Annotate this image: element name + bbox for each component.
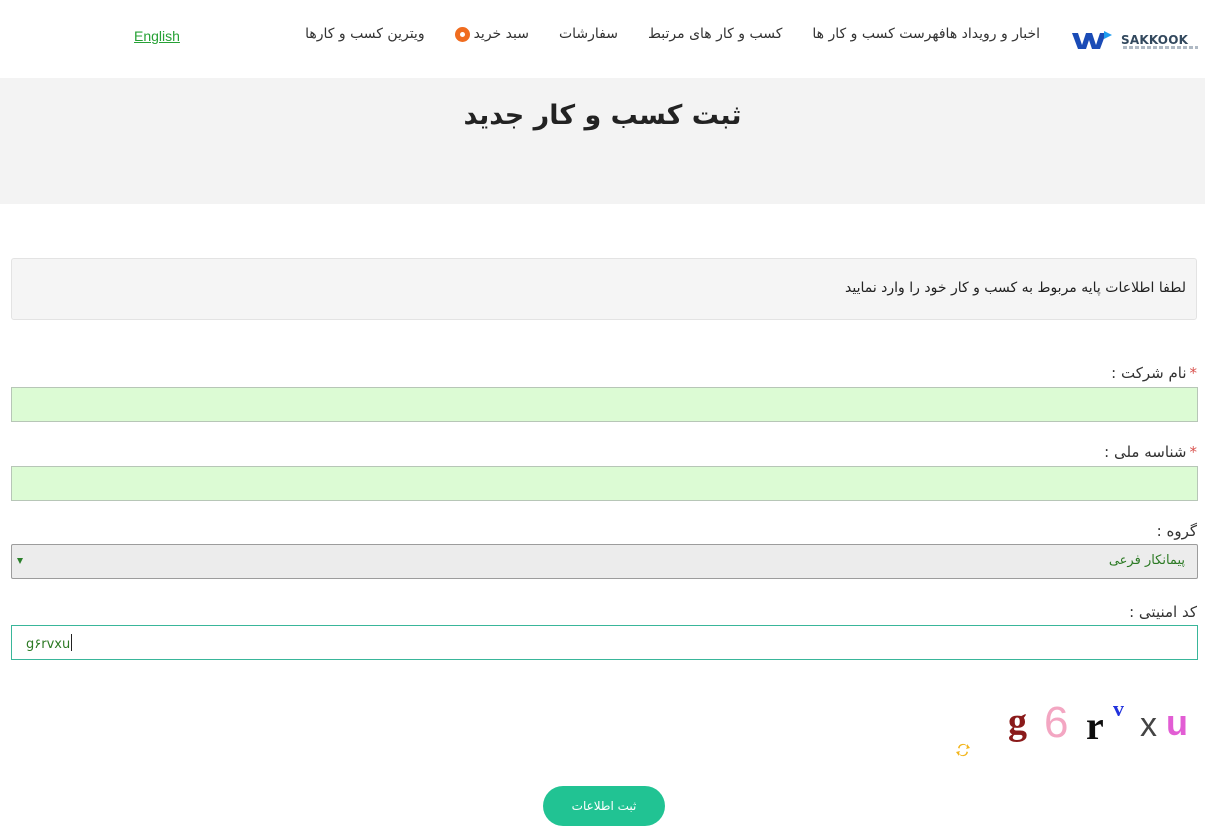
captcha-char: v: [1113, 696, 1124, 721]
nav-item-business-list[interactable]: فهرست کسب و کار ها: [812, 26, 945, 42]
company-name-input[interactable]: [11, 387, 1198, 422]
dropdown-arrow-icon: [17, 558, 23, 564]
captcha-char: r: [1086, 703, 1104, 748]
group-select[interactable]: پیمانکار فرعی: [11, 544, 1198, 579]
brand-tagline: [1123, 46, 1198, 49]
captcha-char: x: [1140, 706, 1157, 744]
national-id-label: *شناسه ملی :: [1104, 443, 1197, 461]
security-code-label: کد امنیتی :: [1129, 603, 1197, 621]
brand-name: SAKKOOK: [1121, 33, 1189, 47]
captcha-image: g 6 r v x u: [990, 692, 1200, 752]
captcha-char: g: [1008, 701, 1027, 743]
required-mark: *: [1189, 443, 1198, 461]
page-header: ثبت کسب و کار جدید: [0, 78, 1205, 204]
refresh-icon[interactable]: [955, 742, 971, 758]
main-nav: ویترین کسب و کارها سبد خرید سفارشات کسب …: [275, 26, 1040, 42]
security-code-input[interactable]: g۶rvxu: [11, 625, 1198, 660]
info-message-text: لطفا اطلاعات پایه مربوط به کسب و کار خود…: [845, 280, 1186, 296]
nav-item-orders[interactable]: سفارشات: [559, 26, 618, 42]
nav-item-related-businesses[interactable]: کسب و کار های مرتبط: [648, 26, 782, 42]
info-message-box: لطفا اطلاعات پایه مربوط به کسب و کار خود…: [11, 258, 1197, 320]
captcha-char: u: [1166, 702, 1188, 743]
cart-badge-icon: [454, 26, 470, 42]
nav-item-cart[interactable]: سبد خرید: [454, 26, 529, 42]
national-id-input[interactable]: [11, 466, 1198, 501]
nav-item-showcase[interactable]: ویترین کسب و کارها: [305, 26, 425, 42]
nav-item-news-events[interactable]: اخبار و رویداد ها: [946, 26, 1040, 42]
page-title: ثبت کسب و کار جدید: [463, 100, 742, 131]
group-label: گروه :: [1156, 522, 1197, 540]
submit-button[interactable]: ثبت اطلاعات: [543, 786, 665, 826]
company-name-label-text: نام شرکت :: [1111, 364, 1187, 382]
required-mark: *: [1189, 364, 1198, 382]
top-navigation-bar: SAKKOOK ویترین کسب و کارها سبد خرید سفار…: [0, 0, 1205, 78]
captcha-char: 6: [1044, 698, 1069, 747]
security-code-value: g۶rvxu: [26, 634, 73, 652]
language-switch-link[interactable]: English: [134, 28, 180, 44]
brand-logo[interactable]: SAKKOOK: [1068, 22, 1200, 58]
nav-item-cart-label: سبد خرید: [473, 26, 529, 42]
text-caret: [71, 634, 73, 651]
company-name-label: *نام شرکت :: [1111, 364, 1197, 382]
security-code-text: g۶rvxu: [26, 637, 71, 652]
sakkook-logo-icon: [1072, 31, 1112, 49]
national-id-label-text: شناسه ملی :: [1104, 443, 1187, 461]
group-selected-value: پیمانکار فرعی: [1108, 553, 1185, 568]
